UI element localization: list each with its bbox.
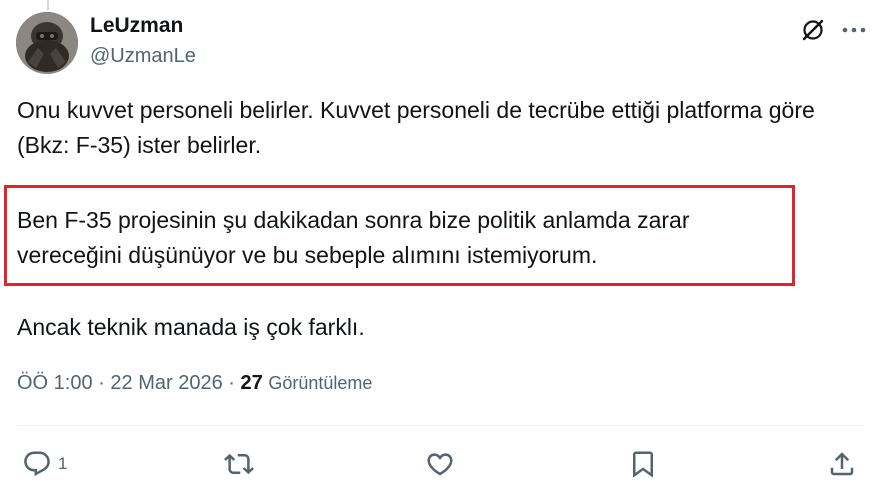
display-name[interactable]: LeUzman: [90, 14, 183, 38]
avatar-image: [16, 12, 78, 74]
tweet-time[interactable]: ÖÖ 1:00: [17, 372, 93, 394]
tweet-paragraph-2: Ben F-35 projesinin şu dakikadan sonra b…: [17, 207, 690, 268]
reply-button[interactable]: 1: [22, 447, 67, 481]
share-icon: [830, 452, 854, 476]
grok-button[interactable]: [797, 14, 829, 46]
views-count[interactable]: 27: [241, 372, 263, 394]
thread-line: [47, 0, 49, 10]
bookmark-button[interactable]: [628, 447, 658, 481]
reply-count: 1: [58, 454, 68, 473]
reply-icon: [24, 451, 50, 477]
tweet-meta: ÖÖ 1:00 · 22 Mar 2026 · 27 Görüntüleme: [17, 372, 372, 395]
meta-separator: ·: [228, 372, 235, 394]
user-handle[interactable]: @UzmanLe: [90, 45, 196, 68]
heart-icon: [427, 453, 453, 476]
retweet-icon: [224, 453, 254, 475]
more-dots-icon: [842, 27, 866, 33]
tweet-card: LeUzman @UzmanLe Onu kuvvet personeli be…: [0, 0, 891, 500]
bookmark-icon: [633, 451, 653, 478]
grok-slash-icon: [802, 19, 824, 41]
more-button[interactable]: [837, 14, 871, 46]
tweet-date[interactable]: 22 Mar 2026: [110, 372, 222, 394]
retweet-button[interactable]: [224, 447, 254, 481]
avatar[interactable]: [16, 12, 78, 74]
meta-separator: ·: [98, 372, 105, 394]
tweet-paragraph-3: Ancak teknik manada iş çok farklı.: [17, 314, 365, 340]
share-button[interactable]: [827, 447, 857, 481]
tweet-paragraph-1: Onu kuvvet personeli belirler. Kuvvet pe…: [17, 97, 815, 158]
like-button[interactable]: [425, 447, 455, 481]
views-label[interactable]: Görüntüleme: [268, 373, 372, 393]
divider: [17, 425, 865, 426]
